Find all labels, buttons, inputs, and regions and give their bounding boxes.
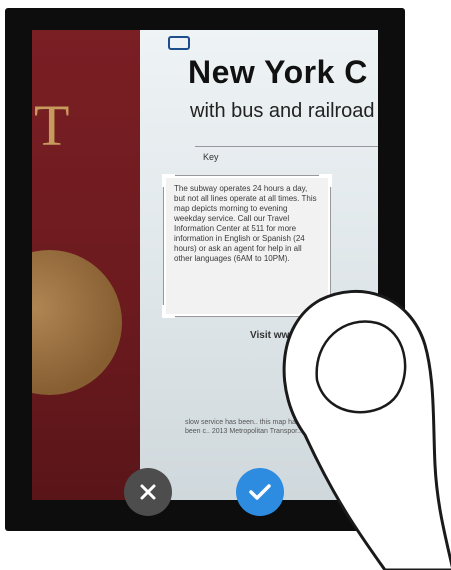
selection-handle-top-right[interactable] [319, 174, 332, 187]
cancel-button[interactable] [124, 468, 172, 516]
document-logo [168, 36, 190, 50]
selection-handle-bottom-left[interactable] [162, 305, 175, 318]
selection-handle-top-left[interactable] [162, 174, 175, 187]
passport-emblem: T [34, 93, 70, 158]
divider [195, 146, 378, 147]
confirm-button[interactable] [236, 468, 284, 516]
document-title: New York C [188, 54, 368, 90]
document-key-label: Key [203, 152, 219, 162]
close-icon [140, 484, 156, 500]
finger-illustration [282, 289, 451, 570]
document-subtitle: with bus and railroad [190, 100, 375, 122]
selected-text: The subway operates 24 hours a day, but … [174, 184, 317, 263]
passport-globe [32, 250, 122, 395]
check-icon [249, 484, 271, 500]
